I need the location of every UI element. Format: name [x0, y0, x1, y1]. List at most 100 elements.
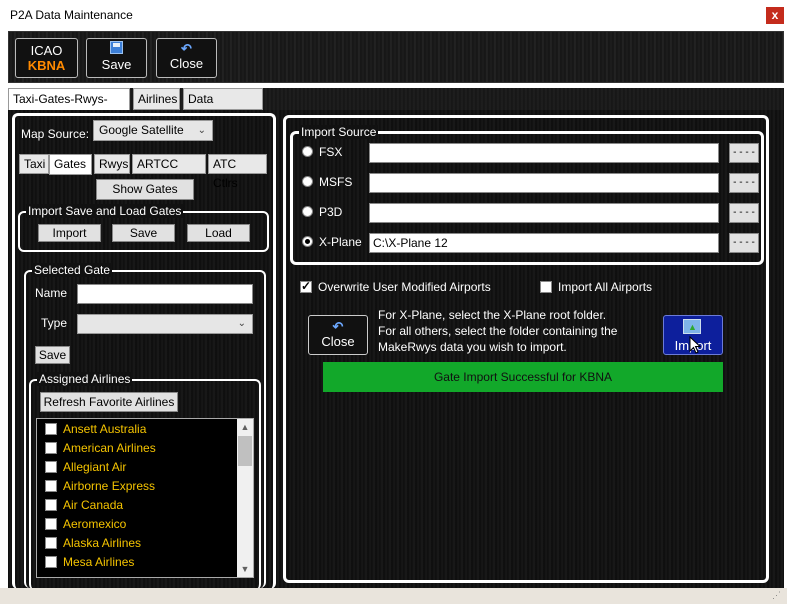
background-strip — [0, 588, 787, 604]
refresh-favorite-airlines-button[interactable]: Refresh Favorite Airlines — [40, 392, 178, 412]
app-window: P2A Data Maintenance x ICAO KBNA Save ↶ … — [0, 0, 787, 604]
gate-name-input[interactable] — [77, 284, 253, 304]
airline-label: Ansett Australia — [63, 422, 147, 436]
import-close-label: Close — [321, 334, 355, 349]
source-xplane-label: X-Plane — [319, 235, 362, 249]
airline-label: Aeromexico — [63, 517, 127, 531]
source-fsx-label: FSX — [319, 145, 343, 159]
msfs-path-input[interactable] — [369, 173, 719, 193]
import-source-title: Import Source — [299, 125, 379, 139]
radio-xplane[interactable] — [302, 236, 313, 247]
radio-fsx[interactable] — [302, 146, 313, 157]
scroll-down-icon[interactable]: ▼ — [237, 561, 253, 577]
chevron-down-icon: ⌄ — [237, 318, 246, 329]
chevron-down-icon: ⌄ — [197, 125, 206, 136]
close-button[interactable]: ↶ Close — [156, 38, 217, 78]
airline-checkbox[interactable] — [45, 461, 57, 473]
gates-save-button[interactable]: Save — [112, 224, 175, 242]
title-bar: P2A Data Maintenance x — [0, 0, 787, 30]
map-source-label: Map Source: — [21, 127, 90, 141]
toolbar: ICAO KBNA Save ↶ Close — [8, 31, 784, 83]
airline-checkbox[interactable] — [45, 442, 57, 454]
gate-save-button[interactable]: Save — [35, 346, 70, 364]
airline-label: Air Canada — [63, 498, 124, 512]
import-save-load-title: Import Save and Load Gates — [26, 204, 184, 218]
airline-checkbox[interactable] — [45, 537, 57, 549]
import-close-button[interactable]: ↶ Close — [308, 315, 368, 355]
left-panel: Map Source: Google Satellite ⌄ Taxi Gate… — [12, 113, 276, 590]
airline-checkbox[interactable] — [45, 480, 57, 492]
airline-checkbox[interactable] — [45, 499, 57, 511]
icao-button[interactable]: ICAO KBNA — [15, 38, 78, 78]
gate-type-label: Type — [41, 316, 68, 330]
tab-taxi-gates-rwys-ctlrs[interactable]: Taxi-Gates-Rwys-Ctlrs — [8, 88, 130, 126]
airline-label: Mesa Airlines — [63, 555, 135, 569]
xplane-path-input[interactable]: C:\X-Plane 12 — [369, 233, 719, 253]
subtabstrip: Taxi Gates Rwys ARTCC Ctlrs ATC Ctlrs — [19, 154, 267, 190]
airline-label: Allegiant Air — [63, 460, 127, 474]
mouse-cursor-icon — [689, 336, 702, 354]
airline-checkbox[interactable] — [45, 423, 57, 435]
window-close-button[interactable]: x — [766, 7, 784, 24]
fsx-browse-button[interactable]: - - - - — [729, 143, 759, 163]
p3d-browse-button[interactable]: - - - - — [729, 203, 759, 223]
import-save-load-group: Import Save and Load Gates Import Save L… — [18, 204, 269, 252]
save-icon — [110, 41, 123, 54]
selected-gate-group: Selected Gate Name Type ⌄ Save Assigned … — [24, 263, 266, 590]
source-p3d-label: P3D — [319, 205, 343, 219]
radio-msfs[interactable] — [302, 176, 313, 187]
close-label: Close — [169, 56, 204, 71]
save-button[interactable]: Save — [86, 38, 147, 78]
undo-icon: ↶ — [332, 319, 344, 334]
undo-icon: ↶ — [181, 41, 192, 56]
subtab-rwys[interactable]: Rwys — [94, 154, 130, 174]
p3d-path-input[interactable] — [369, 203, 719, 223]
scroll-thumb[interactable] — [238, 436, 252, 466]
scroll-up-icon[interactable]: ▲ — [237, 419, 253, 435]
help-line-1: For X-Plane, select the X-Plane root fol… — [378, 308, 607, 322]
source-msfs-label: MSFS — [319, 175, 353, 189]
fsx-path-input[interactable] — [369, 143, 719, 163]
msfs-browse-button[interactable]: - - - - — [729, 173, 759, 193]
subtab-taxi[interactable]: Taxi — [19, 154, 49, 174]
tab-content: Map Source: Google Satellite ⌄ Taxi Gate… — [8, 110, 784, 590]
map-source-select[interactable]: Google Satellite ⌄ — [93, 120, 213, 141]
help-line-2: For all others, select the folder contai… — [378, 324, 618, 338]
gate-type-select[interactable]: ⌄ — [77, 314, 253, 334]
airline-checkbox[interactable] — [45, 518, 57, 530]
airline-label: American Airlines — [63, 441, 156, 455]
airlines-scrollbar[interactable]: ▲ ▼ — [237, 419, 253, 577]
gate-name-label: Name — [35, 286, 68, 300]
import-all-label: Import All Airports — [558, 280, 653, 294]
selected-gate-title: Selected Gate — [32, 263, 113, 277]
icao-value: KBNA — [27, 58, 66, 73]
resize-grip-icon[interactable]: ⋰ — [772, 590, 781, 601]
assigned-airlines-group: Assigned Airlines Refresh Favorite Airli… — [29, 372, 261, 590]
airline-checkbox[interactable] — [45, 556, 57, 568]
save-label: Save — [101, 57, 132, 72]
xplane-browse-button[interactable]: - - - - — [729, 233, 759, 253]
overwrite-checkbox[interactable] — [300, 279, 312, 293]
airlines-list[interactable]: Ansett Australia American Airlines Alleg… — [36, 418, 254, 578]
gates-import-button[interactable]: Import — [38, 224, 101, 242]
show-gates-button[interactable]: Show Gates — [96, 179, 194, 200]
import-icon — [683, 319, 701, 334]
airline-label: Airborne Express — [63, 479, 156, 493]
import-all-checkbox[interactable] — [540, 281, 552, 293]
airline-label: Alaska Airlines — [63, 536, 142, 550]
map-source-value: Google Satellite — [99, 123, 184, 137]
subtab-artcc-ctlrs[interactable]: ARTCC Ctlrs — [132, 154, 206, 190]
help-line-3: MakeRwys data you wish to import. — [378, 340, 567, 354]
radio-p3d[interactable] — [302, 206, 313, 217]
subtab-atc-ctlrs[interactable]: ATC Ctlrs — [208, 154, 267, 190]
window-title: P2A Data Maintenance — [10, 8, 133, 22]
tab-data-updater[interactable]: Data Updater — [183, 88, 263, 126]
status-message: Gate Import Successful for KBNA — [323, 362, 723, 392]
assigned-airlines-title: Assigned Airlines — [37, 372, 133, 386]
tab-airlines[interactable]: Airlines — [133, 88, 180, 110]
import-source-group: Import Source FSX - - - - MSFS - - - - P… — [290, 125, 764, 265]
subtab-gates[interactable]: Gates — [49, 154, 92, 175]
overwrite-label: Overwrite User Modified Airports — [318, 280, 491, 294]
main-tabstrip: Taxi-Gates-Rwys-Ctlrs Airlines Data Upda… — [8, 88, 784, 126]
gates-load-button[interactable]: Load — [187, 224, 250, 242]
